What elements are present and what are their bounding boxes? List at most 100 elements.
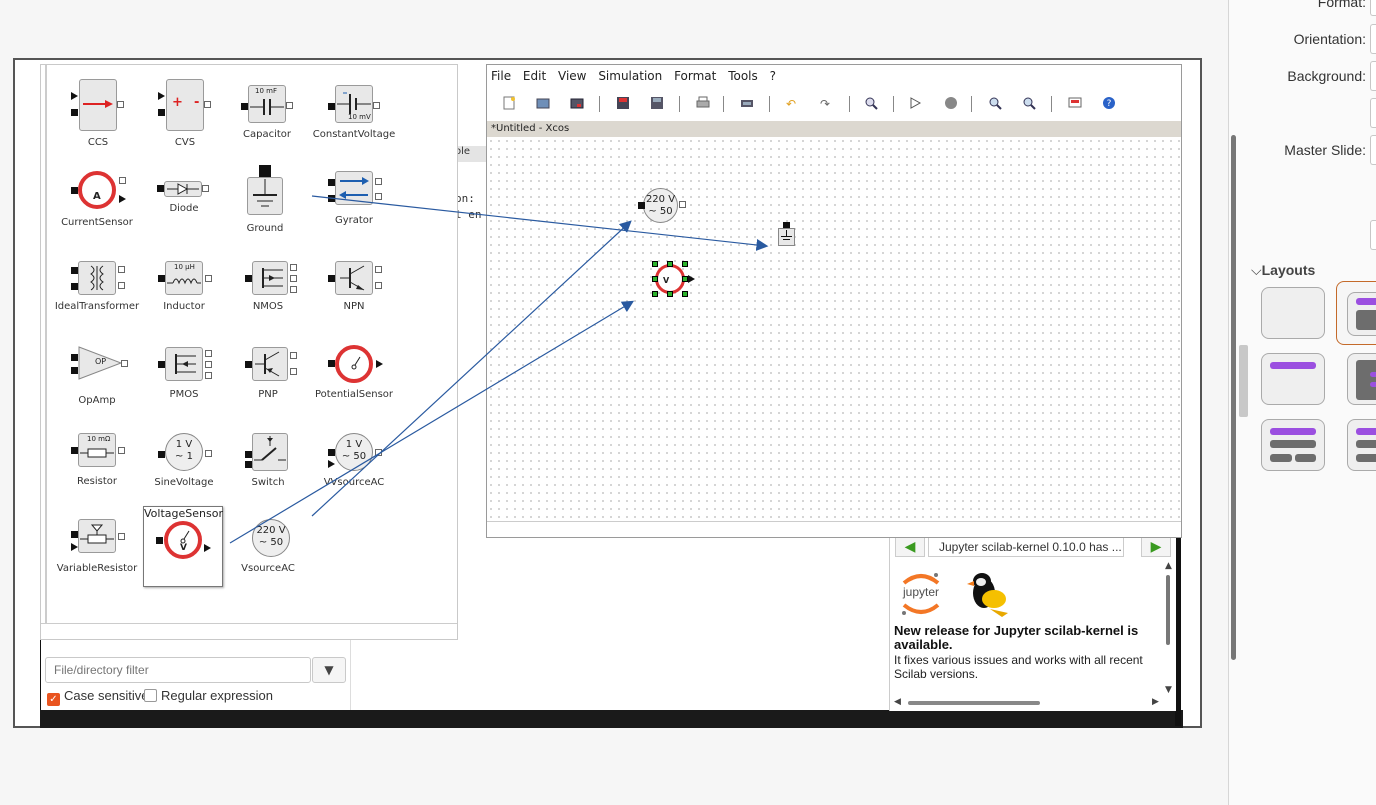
selection-handle[interactable] bbox=[652, 276, 658, 282]
undo-icon[interactable]: ↶ bbox=[783, 96, 799, 112]
palette-block-voltagesensor-selected[interactable]: V VoltageSensor bbox=[143, 506, 223, 587]
menu-tools[interactable]: Tools bbox=[728, 69, 758, 83]
palette-block-constantvoltage[interactable]: 10 mV ConstantVoltage bbox=[313, 85, 412, 155]
block-label-ccs: CCS bbox=[87, 137, 109, 148]
vvsourceac-line1: 1 V bbox=[345, 439, 363, 450]
selection-handle[interactable] bbox=[652, 261, 658, 267]
export-icon[interactable] bbox=[739, 96, 755, 112]
menu-view[interactable]: View bbox=[558, 69, 586, 83]
palette-block-sinevoltage[interactable]: 1 V ~ 1 SineVoltage bbox=[154, 433, 242, 503]
background-select[interactable] bbox=[1370, 61, 1376, 91]
voltage-sensor-letter: V bbox=[180, 543, 187, 553]
scroll-up-icon[interactable]: ▲ bbox=[1165, 561, 1172, 571]
canvas-vsourceac-block[interactable]: 220 V ~ 50 bbox=[643, 188, 678, 223]
block-label-npn: NPN bbox=[343, 301, 365, 312]
selection-handle[interactable] bbox=[682, 261, 688, 267]
regex-checkbox[interactable]: Regular expression bbox=[144, 688, 273, 703]
block-label-vsourceac: VsourceAC bbox=[241, 563, 295, 574]
xcos-demos-icon[interactable] bbox=[1067, 96, 1083, 112]
palette-block-opamp[interactable]: OP OpAmp bbox=[71, 345, 155, 415]
diagram-tab-title[interactable]: *Untitled - Xcos bbox=[487, 121, 1181, 137]
palette-block-idealtransformer[interactable]: IdealTransformer bbox=[55, 261, 155, 331]
filter-button[interactable]: ▼ bbox=[312, 657, 346, 683]
print-icon[interactable] bbox=[695, 96, 711, 112]
orientation-select[interactable] bbox=[1370, 24, 1376, 54]
palette-block-vvsourceac[interactable]: 1 V ~ 50 VVsourceAC bbox=[324, 433, 412, 503]
news-prev-button[interactable]: ◀ bbox=[895, 537, 925, 557]
layout-title-two-content[interactable] bbox=[1347, 419, 1376, 471]
open-file-icon[interactable] bbox=[569, 96, 585, 112]
format-select[interactable] bbox=[1370, 0, 1376, 16]
palette-block-pmos[interactable]: PMOS bbox=[158, 347, 242, 417]
panel-scrollbar[interactable] bbox=[1231, 135, 1236, 660]
palette-block-capacitor[interactable]: 10 mF Capacitor bbox=[241, 85, 325, 155]
vsource-label-1: 220 V bbox=[645, 194, 676, 205]
master-slide-select[interactable] bbox=[1370, 135, 1376, 165]
palette-block-npn[interactable]: NPN bbox=[328, 261, 412, 331]
scroll-right-icon[interactable]: ▶ bbox=[1152, 697, 1159, 707]
layouts-section-header[interactable]: ⌵Layouts bbox=[1251, 262, 1315, 279]
palette-block-resistor[interactable]: 10 mΩ Resistor bbox=[71, 433, 155, 503]
menu-file[interactable]: File bbox=[491, 69, 511, 83]
zoom-out-icon[interactable] bbox=[1021, 96, 1037, 112]
help-icon[interactable]: ? bbox=[1101, 96, 1117, 112]
block-label-vvsourceac: VVsourceAC bbox=[323, 477, 385, 488]
palette-block-gyrator[interactable]: Gyrator bbox=[328, 171, 412, 241]
scroll-left-icon[interactable]: ◀ bbox=[894, 697, 901, 707]
palette-block-diode[interactable]: Diode bbox=[157, 181, 239, 251]
scroll-down-icon[interactable]: ▼ bbox=[1165, 685, 1172, 695]
input-port[interactable] bbox=[638, 202, 645, 209]
save-icon[interactable] bbox=[615, 96, 631, 112]
stop-icon[interactable] bbox=[943, 96, 959, 112]
file-filter-input[interactable] bbox=[45, 657, 311, 683]
news-body: It fixes various issues and works with a… bbox=[894, 653, 1143, 681]
news-horizontal-scrollbar[interactable] bbox=[908, 701, 1040, 705]
output-port[interactable] bbox=[679, 201, 686, 208]
selection-handle[interactable] bbox=[667, 291, 673, 297]
palette-block-switch[interactable]: Switch bbox=[245, 433, 329, 503]
layout-title-content[interactable] bbox=[1336, 281, 1376, 345]
layout-blank[interactable] bbox=[1261, 287, 1325, 339]
layout-centered[interactable] bbox=[1347, 353, 1376, 405]
menu-format[interactable]: Format bbox=[674, 69, 716, 83]
palette-block-nmos[interactable]: NMOS bbox=[245, 261, 329, 331]
news-vertical-scrollbar[interactable] bbox=[1166, 575, 1170, 645]
diagram-canvas[interactable]: 220 V ~ 50 V bbox=[487, 137, 1181, 521]
menu-edit[interactable]: Edit bbox=[523, 69, 546, 83]
canvas-voltage-sensor-block[interactable]: V bbox=[652, 261, 695, 297]
block-label-voltagesensor: VoltageSensor bbox=[144, 507, 223, 520]
palette-status-bar bbox=[41, 623, 457, 639]
open-icon[interactable] bbox=[535, 96, 551, 112]
layout-title-two-rows[interactable] bbox=[1261, 419, 1325, 471]
console-peek: ole on: l en bbox=[455, 140, 490, 260]
zoom-in-icon[interactable] bbox=[987, 96, 1003, 112]
selection-handle[interactable] bbox=[682, 276, 688, 282]
layout-title-only[interactable] bbox=[1261, 353, 1325, 405]
current-sensor-letter: A bbox=[93, 191, 101, 202]
start-icon[interactable] bbox=[907, 96, 923, 112]
master-slide-extra[interactable] bbox=[1370, 220, 1376, 250]
background-extra-select[interactable] bbox=[1370, 98, 1376, 128]
block-label-gyrator: Gyrator bbox=[334, 215, 374, 226]
palette-block-inductor[interactable]: 10 μH Inductor bbox=[158, 261, 242, 331]
case-sensitive-label: Case sensitive bbox=[64, 688, 149, 703]
palette-block-pnp[interactable]: PNP bbox=[245, 347, 329, 417]
puffin-image bbox=[964, 565, 1018, 619]
selection-handle[interactable] bbox=[667, 261, 673, 267]
menu-help[interactable]: ? bbox=[770, 69, 776, 83]
news-next-button[interactable]: ▶ bbox=[1141, 537, 1171, 557]
news-title[interactable]: Jupyter scilab-kernel 0.10.0 has ... bbox=[928, 537, 1124, 557]
inductor-badge: 10 μH bbox=[174, 263, 195, 271]
case-sensitive-checkbox[interactable]: ✓ Case sensitive bbox=[47, 688, 149, 706]
new-icon[interactable] bbox=[501, 96, 517, 112]
palette-block-potentialsensor[interactable]: PotentialSensor bbox=[315, 345, 412, 415]
redo-icon[interactable]: ↷ bbox=[817, 96, 833, 112]
selection-handle[interactable] bbox=[682, 291, 688, 297]
panel-resize-handle[interactable] bbox=[1239, 345, 1248, 417]
canvas-ground-block[interactable] bbox=[778, 222, 796, 246]
menu-simulation[interactable]: Simulation bbox=[598, 69, 662, 83]
fit-icon[interactable] bbox=[863, 96, 879, 112]
selection-handle[interactable] bbox=[652, 291, 658, 297]
save-as-icon[interactable] bbox=[649, 96, 665, 112]
palette-block-vsourceac[interactable]: 220 V ~ 50 VsourceAC bbox=[241, 519, 329, 589]
